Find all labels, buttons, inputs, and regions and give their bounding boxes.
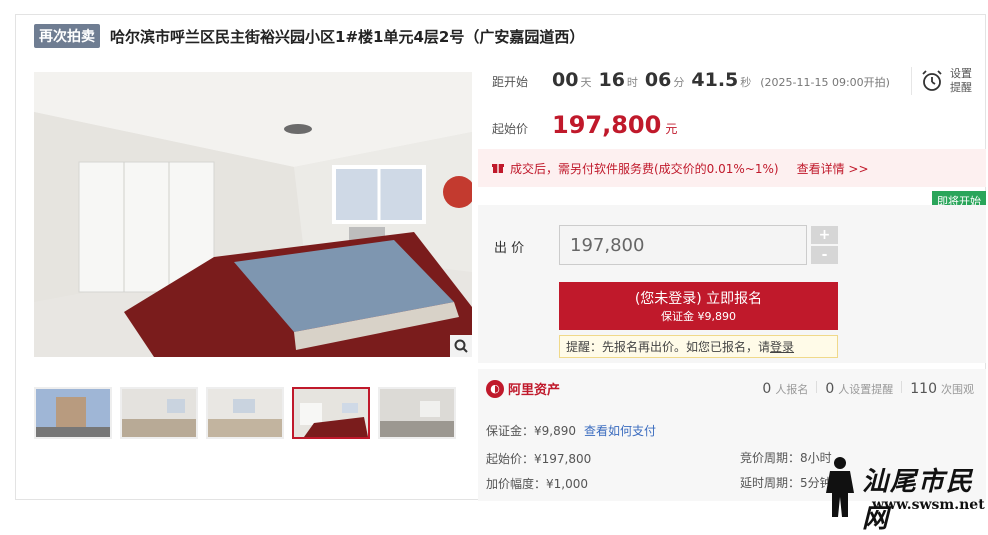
seconds-unit: 秒	[740, 76, 752, 89]
minutes-unit: 分	[673, 76, 685, 89]
resale-tag: 再次拍卖	[34, 24, 100, 48]
bid-label: 出 价	[494, 241, 525, 256]
how-to-pay-link[interactable]: 查看如何支付	[584, 424, 656, 438]
detail-cycle: 竞价周期：8小时	[740, 451, 832, 465]
thumbnail-1[interactable]	[34, 387, 112, 439]
start-price-label: 起始价	[492, 122, 529, 136]
platform-brand: ◐ 阿里资产	[486, 379, 560, 398]
auction-stats: 0 人报名 0 人设置提醒 110 次围观	[762, 381, 974, 397]
signup-button[interactable]: (您未登录) 立即报名 保证金 ¥9,890	[559, 282, 838, 330]
bid-price-input[interactable]: 197,800	[559, 225, 807, 265]
increase-bid-button[interactable]: +	[811, 226, 838, 244]
thumbnail-image	[294, 389, 368, 437]
reminder-count: 0	[825, 381, 835, 397]
view-count-label: 次围观	[941, 383, 974, 396]
tip-text: 提醒：先报名再出价。如您已报名，请	[566, 340, 771, 354]
auction-panel: 再次拍卖 哈尔滨市呼兰区民主街裕兴园小区1#楼1单元4层2号（广安嘉园道西） 距…	[15, 14, 986, 501]
start-price-row: 起始价 197,800 元	[492, 111, 677, 139]
detail-delay: 延时周期：5分钟	[740, 476, 832, 490]
signup-count-label: 人报名	[775, 383, 809, 396]
thumbnail-3[interactable]	[206, 387, 284, 439]
thumbnail-5[interactable]	[378, 387, 456, 439]
deposit-amount: 保证金：¥9,890	[486, 424, 576, 438]
countdown-minutes: 06	[644, 69, 672, 91]
detail-start-price: 起始价：¥197,800	[486, 452, 592, 466]
platform-name: 阿里资产	[508, 383, 561, 398]
deposit-row: 保证金：¥9,890 查看如何支付	[486, 422, 656, 439]
start-price-unit: 元	[665, 122, 678, 136]
property-title: 哈尔滨市呼兰区民主街裕兴园小区1#楼1单元4层2号（广安嘉园道西）	[110, 27, 585, 46]
view-details-link[interactable]: 查看详情 >>	[797, 160, 869, 177]
fee-text: 成交后，需另付软件服务费(成交价的0.01%~1%)	[510, 161, 779, 176]
detail-increment: 加价幅度：¥1,000	[486, 477, 588, 491]
reminder-label: 设置提醒	[950, 67, 972, 94]
countdown-hours: 16	[598, 69, 625, 91]
signup-title: (您未登录) 立即报名	[634, 291, 763, 307]
thumbnail-strip	[34, 387, 456, 439]
title-row: 再次拍卖 哈尔滨市呼兰区民主街裕兴园小区1#楼1单元4层2号（广安嘉园道西）	[34, 24, 585, 48]
start-time: (2025-11-15 09:00开拍)	[760, 76, 890, 89]
silhouette-figure-icon	[826, 457, 854, 517]
site-watermark: 汕尾市民网 www.swsm.net	[822, 455, 988, 534]
bid-box: 出 价 197,800 + - (您未登录) 立即报名 保证金 ¥9,890 提…	[478, 205, 986, 363]
view-count: 110	[910, 381, 937, 397]
thumbnail-image	[208, 389, 282, 437]
fee-notice: 成交后，需另付软件服务费(成交价的0.01%~1%) 查看详情 >>	[478, 149, 986, 187]
alarm-clock-icon	[922, 70, 942, 91]
set-reminder-button[interactable]: 设置提醒	[911, 67, 976, 95]
gift-icon	[492, 164, 504, 173]
signup-count: 0	[762, 381, 772, 397]
zoom-button[interactable]	[450, 335, 472, 357]
signup-deposit: 保证金 ¥9,890	[661, 310, 736, 323]
login-link[interactable]: 登录	[770, 338, 794, 355]
reminder-count-label: 人设置提醒	[838, 383, 894, 396]
countdown: 距开始 00 天 16 时 06 分 41.5 秒 (2025-11-15 09…	[492, 69, 890, 91]
thumbnail-image	[122, 389, 196, 437]
watermark-url: www.swsm.net	[872, 497, 985, 513]
countdown-label: 距开始	[492, 75, 529, 89]
countdown-days: 00	[552, 69, 579, 91]
ali-logo-icon: ◐	[486, 379, 504, 398]
room-photo	[34, 72, 472, 357]
start-price-value: 197,800	[552, 111, 662, 139]
hours-unit: 时	[626, 76, 638, 89]
thumbnail-image	[36, 389, 110, 437]
thumbnail-image	[380, 389, 454, 437]
thumbnail-2[interactable]	[120, 387, 198, 439]
main-photo[interactable]	[34, 72, 472, 357]
countdown-seconds: 41.5	[691, 69, 739, 91]
decrease-bid-button[interactable]: -	[811, 246, 838, 264]
login-tip: 提醒：先报名再出价。如您已报名，请 登录	[559, 335, 838, 358]
thumbnail-4-selected[interactable]	[292, 387, 370, 439]
days-unit: 天	[580, 76, 592, 89]
magnifier-icon	[454, 339, 468, 353]
